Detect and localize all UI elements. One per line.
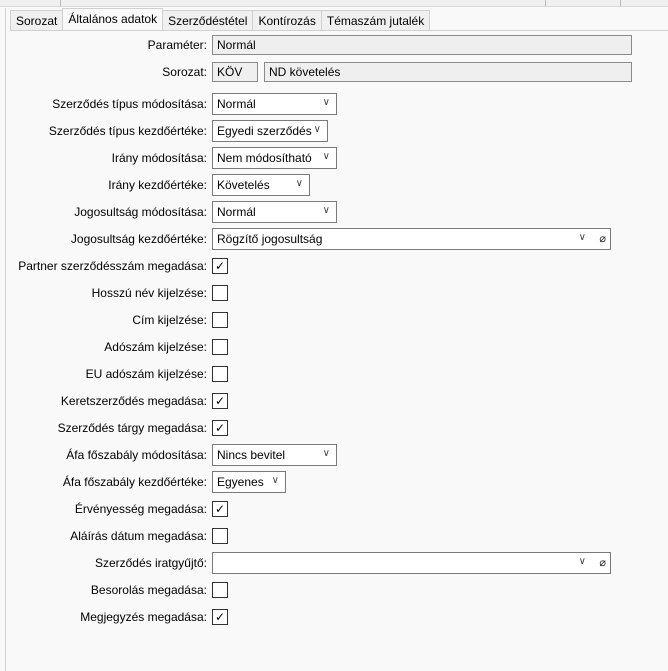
paperclip-icon[interactable]: ⌀: [599, 556, 606, 569]
tab-0[interactable]: Sorozat: [10, 10, 64, 30]
field-label: Szerződés típus kezdőértéke:: [48, 124, 207, 138]
field-label: Érvényesség megadása:: [74, 502, 207, 516]
field-row: Keretszerződés megadása: ✓: [10, 390, 668, 412]
dropdown[interactable]: Nincs bevitel ∨: [212, 444, 337, 466]
checkbox[interactable]: [212, 582, 228, 598]
checkbox[interactable]: [212, 339, 228, 355]
field-label: Partner szerződésszám megadása:: [18, 259, 207, 273]
field-row: Jogosultság kezdőértéke: Rögzítő jogosult…: [10, 228, 668, 250]
checkbox[interactable]: [212, 366, 228, 382]
field-row: Szerződés iratgyűjtő: ∨ ⌀: [10, 552, 668, 574]
field-row: Aláírás dátum megadása:: [10, 525, 668, 547]
lookup-field[interactable]: ∨ ⌀: [212, 552, 611, 574]
chevron-down-icon[interactable]: ∨: [579, 232, 586, 243]
field-row: Jogosultság módosítása: Normál ∨: [10, 201, 668, 223]
checkbox[interactable]: ✓: [212, 609, 228, 625]
chevron-down-icon: ∨: [322, 448, 330, 459]
field-row: Áfa főszabály kezdőértéke: Egyenes ∨: [10, 471, 668, 493]
field-row: Irány kezdőértéke: Követelés ∨: [10, 174, 668, 196]
field-row: Szerződés típus kezdőértéke: Egyedi szerz…: [10, 120, 668, 142]
field-row: Szerződés tárgy megadása: ✓: [10, 417, 668, 439]
checkbox[interactable]: [212, 285, 228, 301]
field-label: Jogosultság módosítása:: [74, 205, 207, 219]
field-label: Jogosultság kezdőértéke:: [70, 232, 207, 246]
tab-3[interactable]: Kontírozás: [252, 10, 322, 30]
dropdown-value: Nem módosítható: [217, 151, 312, 165]
chevron-down-icon: ∨: [322, 205, 330, 216]
field-row: Érvényesség megadása: ✓: [10, 498, 668, 520]
field-label: Áfa főszabály módosítása:: [66, 448, 207, 462]
dropdown-value: Nincs bevitel: [217, 448, 286, 462]
field-label: Cím kijelzése:: [132, 313, 207, 327]
parameter-row: Paraméter: Normál: [10, 34, 668, 56]
checkbox[interactable]: ✓: [212, 393, 228, 409]
tab-4[interactable]: Témaszám jutalék: [320, 10, 431, 30]
chevron-down-icon: ∨: [295, 178, 303, 189]
tab-bar: Sorozat Általános adatok Szerződéstétel Kon…: [10, 8, 431, 30]
dropdown[interactable]: Követelés ∨: [212, 174, 310, 196]
chevron-down-icon: ∨: [322, 151, 330, 162]
chevron-down-icon: ∨: [271, 475, 279, 486]
dropdown-value: Követelés: [217, 178, 270, 192]
field-row: Cím kijelzése:: [10, 309, 668, 331]
checkbox[interactable]: [212, 312, 228, 328]
dropdown[interactable]: Normál ∨: [212, 201, 337, 223]
general-data-panel: Paraméter: Normál Sorozat: KÖV ND követe…: [10, 30, 668, 671]
field-row: Besorolás megadása:: [10, 579, 668, 601]
dropdown[interactable]: Egyenes ∨: [212, 471, 286, 493]
parameter-label: Paraméter:: [147, 38, 207, 52]
checkbox[interactable]: ✓: [212, 501, 228, 517]
parameter-field[interactable]: Normál: [212, 35, 632, 55]
chevron-down-icon: ∨: [322, 97, 330, 108]
tab-1[interactable]: Általános adatok: [62, 8, 164, 30]
field-row: Adószám kijelzése:: [10, 336, 668, 358]
field-label: Besorolás megadása:: [90, 583, 207, 597]
field-label: Áfa főszabály kezdőértéke:: [62, 475, 207, 489]
sorozat-label: Sorozat:: [162, 65, 207, 79]
checkbox[interactable]: [212, 528, 228, 544]
dropdown[interactable]: Egyedi szerződés ∨: [212, 120, 328, 142]
dropdown-value: Egyenes: [217, 475, 264, 489]
field-label: Megjegyzés megadása:: [80, 610, 207, 624]
field-row: Megjegyzés megadása: ✓: [10, 606, 668, 628]
dropdown-value: Normál: [217, 97, 256, 111]
dropdown-value: Egyedi szerződés: [217, 124, 312, 138]
field-row: EU adószám kijelzése:: [10, 363, 668, 385]
lookup-field[interactable]: Rögzítő jogosultság ∨ ⌀: [212, 228, 611, 250]
field-label: Aláírás dátum megadása:: [70, 529, 207, 543]
field-row: Áfa főszabály módosítása: Nincs bevitel ∨: [10, 444, 668, 466]
checkbox[interactable]: ✓: [212, 258, 228, 274]
field-label: EU adószám kijelzése:: [85, 367, 207, 381]
field-row: Partner szerződésszám megadása: ✓: [10, 255, 668, 277]
field-row: Irány módosítása: Nem módosítható ∨: [10, 147, 668, 169]
chevron-down-icon[interactable]: ∨: [579, 556, 586, 567]
checkbox[interactable]: ✓: [212, 420, 228, 436]
paperclip-icon[interactable]: ⌀: [599, 232, 606, 245]
field-label: Adószám kijelzése:: [104, 340, 207, 354]
tab-2[interactable]: Szerződéstétel: [162, 10, 254, 30]
field-label: Szerződés tárgy megadása:: [57, 421, 207, 435]
field-row: Hosszú név kijelzése:: [10, 282, 668, 304]
field-label: Szerződés iratgyűjtő:: [94, 556, 207, 570]
dropdown-value: Normál: [217, 205, 256, 219]
top-toolbar-strip: [0, 0, 668, 7]
sorozat-row: Sorozat: KÖV ND követelés: [10, 61, 668, 83]
field-label: Hosszú név kijelzése:: [91, 286, 207, 300]
dropdown[interactable]: Nem módosítható ∨: [212, 147, 337, 169]
field-label: Keretszerződés megadása:: [60, 394, 207, 408]
field-row: Szerződés típus módosítása: Normál ∨: [10, 93, 668, 115]
chevron-down-icon: ∨: [313, 124, 321, 135]
sorozat-name-field[interactable]: ND követelés: [264, 62, 632, 82]
lookup-value: Rögzítő jogosultság: [217, 232, 323, 246]
field-label: Szerződés típus módosítása:: [52, 97, 207, 111]
field-label: Irány módosítása:: [111, 151, 207, 165]
field-label: Irány kezdőértéke:: [108, 178, 207, 192]
sorozat-code-field[interactable]: KÖV: [212, 62, 258, 82]
dropdown[interactable]: Normál ∨: [212, 93, 337, 115]
